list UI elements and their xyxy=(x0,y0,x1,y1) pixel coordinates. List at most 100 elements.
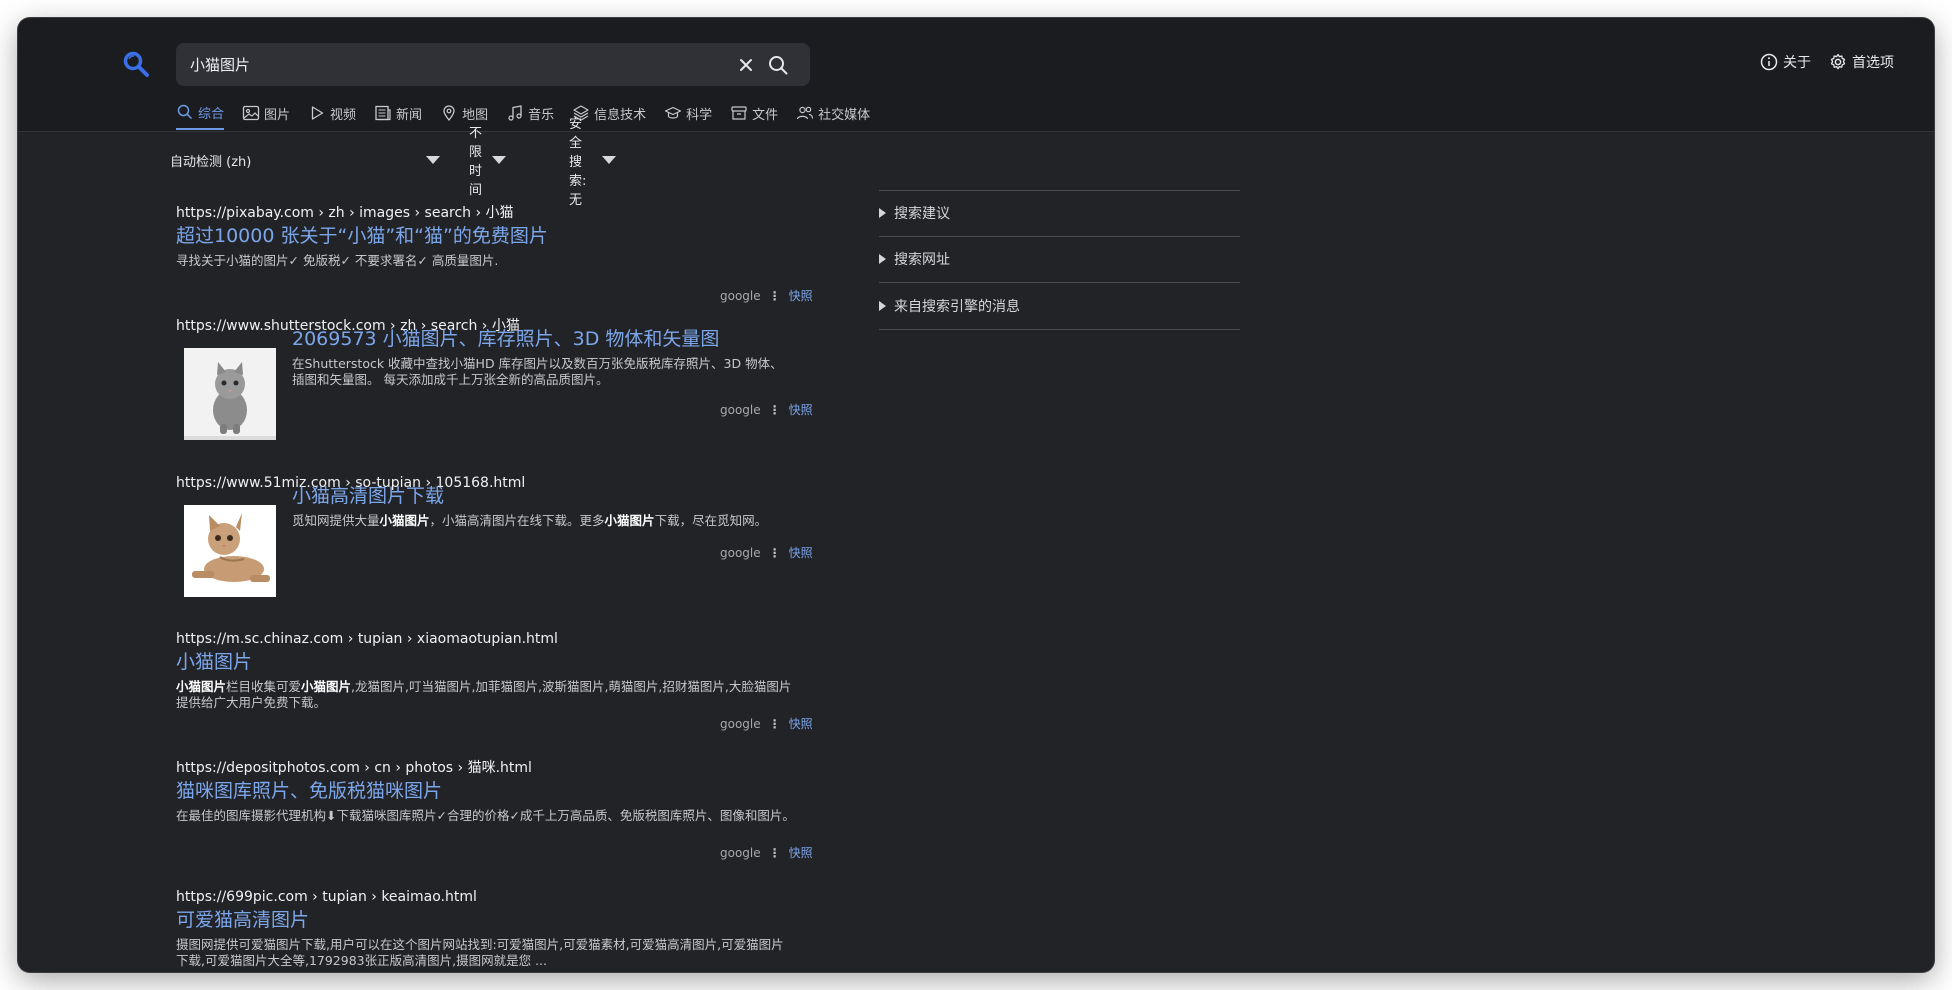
result-body: 2069573 小猫图片、库存照片、3D 物体和矢量图 在Shutterstoc… xyxy=(292,326,816,388)
triangle-right-icon xyxy=(879,254,886,264)
tab-label: 视频 xyxy=(330,107,357,123)
archive-icon xyxy=(731,106,747,120)
category-tabs: 综合 图片 视频 新闻 地图 音乐 信息技术 科学 文件 社交媒体 xyxy=(176,102,870,130)
search-icon xyxy=(177,104,193,120)
kitten-thumbnail-image xyxy=(184,348,276,440)
tab-general[interactable]: 综合 xyxy=(176,102,225,130)
engine-messages-toggle[interactable]: 来自搜索引擎的消息 xyxy=(879,296,1020,316)
snippet-highlight: 小猫图片 xyxy=(176,679,227,694)
result-title[interactable]: 小猫高清图片下载 xyxy=(292,483,816,509)
snippet-text: 栏目收集可爱 xyxy=(226,679,302,694)
engine-name: google xyxy=(720,845,761,860)
graduation-cap-icon xyxy=(665,106,682,119)
snippet-highlight: 小猫图片 xyxy=(604,513,655,528)
search-input[interactable] xyxy=(190,43,710,86)
users-icon xyxy=(797,106,814,120)
result-body: 小猫高清图片下载 觅知网提供大量小猫图片，小猫高清图片在线下载。更多小猫图片下载… xyxy=(292,483,816,529)
gear-icon xyxy=(1830,53,1846,70)
result-url[interactable]: https://depositphotos.com › cn › photos … xyxy=(176,758,816,778)
engine-name: google xyxy=(720,716,761,731)
cache-link[interactable]: 快照 xyxy=(789,715,813,732)
result-item: https://depositphotos.com › cn › photos … xyxy=(176,758,816,860)
chevron-down-icon xyxy=(426,156,440,164)
search-suggestions-toggle[interactable]: 搜索建议 xyxy=(879,203,950,223)
tab-videos[interactable]: 视频 xyxy=(308,102,356,130)
safe-search-select[interactable]: 安全搜索: 无 xyxy=(569,117,617,208)
more-vertical-icon[interactable]: ⋮ xyxy=(769,546,781,560)
result-thumbnail[interactable] xyxy=(184,348,276,440)
chevron-down-icon xyxy=(602,156,617,164)
result-item: https://699pic.com › tupian › keaimao.ht… xyxy=(176,887,816,969)
kitten-thumbnail-image xyxy=(184,505,276,597)
music-icon xyxy=(508,105,522,121)
time-range-value: 不限时间 xyxy=(469,126,483,198)
top-links: 关于 首选项 xyxy=(1760,52,1894,72)
snippet-highlight: 小猫图片 xyxy=(379,513,430,528)
more-vertical-icon[interactable]: ⋮ xyxy=(769,403,781,417)
more-vertical-icon[interactable]: ⋮ xyxy=(769,289,781,303)
result-thumbnail[interactable] xyxy=(184,505,276,597)
result-snippet: 觅知网提供大量小猫图片，小猫高清图片在线下载。更多小猫图片下载，尽在觅知网。 xyxy=(292,513,816,529)
tab-images[interactable]: 图片 xyxy=(242,102,290,130)
about-link[interactable]: 关于 xyxy=(1760,52,1811,72)
search-url-toggle[interactable]: 搜索网址 xyxy=(879,249,950,269)
tab-label: 科学 xyxy=(686,107,713,123)
result-snippet: 摄图网提供可爱猫图片下载,用户可以在这个图片网站找到:可爱猫图片,可爱猫素材,可… xyxy=(176,937,784,968)
cache-link[interactable]: 快照 xyxy=(789,844,813,861)
snippet-text: ，小猫高清图片在线下载。更多 xyxy=(429,513,605,528)
divider xyxy=(879,236,1240,237)
snippet-text: 下载，尽在觅知网。 xyxy=(654,513,768,528)
image-icon xyxy=(242,105,260,121)
cache-link[interactable]: 快照 xyxy=(789,287,813,304)
result-item: https://pixabay.com › zh › images › sear… xyxy=(176,203,816,303)
engine-name: google xyxy=(720,545,761,560)
language-select[interactable]: 自动检测 (zh) xyxy=(170,148,440,172)
more-vertical-icon[interactable]: ⋮ xyxy=(769,717,781,731)
more-vertical-icon[interactable]: ⋮ xyxy=(769,846,781,860)
clear-search-icon[interactable] xyxy=(736,55,756,75)
result-title[interactable]: 2069573 小猫图片、库存照片、3D 物体和矢量图 xyxy=(292,326,816,352)
tab-science[interactable]: 科学 xyxy=(664,102,712,130)
cache-link[interactable]: 快照 xyxy=(789,401,813,418)
tab-news[interactable]: 新闻 xyxy=(374,102,422,130)
preferences-link[interactable]: 首选项 xyxy=(1829,52,1894,72)
result-url[interactable]: https://m.sc.chinaz.com › tupian › xiaom… xyxy=(176,629,816,649)
cache-link[interactable]: 快照 xyxy=(789,544,813,561)
divider xyxy=(879,329,1240,330)
tab-files[interactable]: 文件 xyxy=(730,102,778,130)
tab-label: 音乐 xyxy=(528,107,555,123)
preferences-label: 首选项 xyxy=(1852,55,1894,71)
result-title[interactable]: 猫咪图库照片、免版税猫咪图片 xyxy=(176,778,816,804)
map-pin-icon xyxy=(443,105,455,122)
result-title[interactable]: 小猫图片 xyxy=(176,649,816,675)
tab-label: 信息技术 xyxy=(594,107,647,123)
result-meta: google ⋮ 快照 xyxy=(720,401,813,418)
tab-music[interactable]: 音乐 xyxy=(506,102,554,130)
result-snippet: 小猫图片栏目收集可爱小猫图片,龙猫图片,叮当猫图片,加菲猫图片,波斯猫图片,萌猫… xyxy=(176,679,796,711)
side-item-label: 来自搜索引擎的消息 xyxy=(894,299,1020,315)
result-title[interactable]: 超过10000 张关于“小猫”和“猫”的免费图片 xyxy=(176,223,816,249)
engine-name: google xyxy=(720,402,761,417)
result-url[interactable]: https://pixabay.com › zh › images › sear… xyxy=(176,203,816,223)
result-item: https://www.shutterstock.com › zh › sear… xyxy=(176,316,816,440)
result-snippet: 在最佳的图库摄影代理机构⬇下载猫咪图库照片✓合理的价格✓成千上万高品质、免版税图… xyxy=(176,808,795,823)
result-url[interactable]: https://699pic.com › tupian › keaimao.ht… xyxy=(176,887,816,907)
side-item-label: 搜索建议 xyxy=(894,206,950,222)
tab-label: 文件 xyxy=(752,107,779,123)
language-value: 自动检测 (zh) xyxy=(170,154,252,170)
result-title[interactable]: 可爱猫高清图片 xyxy=(176,907,816,933)
result-item: https://m.sc.chinaz.com › tupian › xiaom… xyxy=(176,629,816,731)
divider xyxy=(879,190,1240,191)
browser-window: 关于 首选项 综合 图片 视频 xyxy=(18,18,1934,972)
searxng-logo-icon[interactable] xyxy=(122,50,150,78)
triangle-right-icon xyxy=(879,301,886,311)
search-box xyxy=(176,43,810,86)
time-range-select[interactable]: 不限时间 xyxy=(469,126,507,198)
tab-label: 图片 xyxy=(264,107,291,123)
result-meta: google ⋮ 快照 xyxy=(720,715,813,732)
tab-social-media[interactable]: 社交媒体 xyxy=(796,102,870,130)
tab-label: 综合 xyxy=(198,106,225,122)
result-meta: google ⋮ 快照 xyxy=(720,544,813,561)
search-submit-icon[interactable] xyxy=(766,53,790,77)
result-meta: google ⋮ 快照 xyxy=(720,287,813,304)
